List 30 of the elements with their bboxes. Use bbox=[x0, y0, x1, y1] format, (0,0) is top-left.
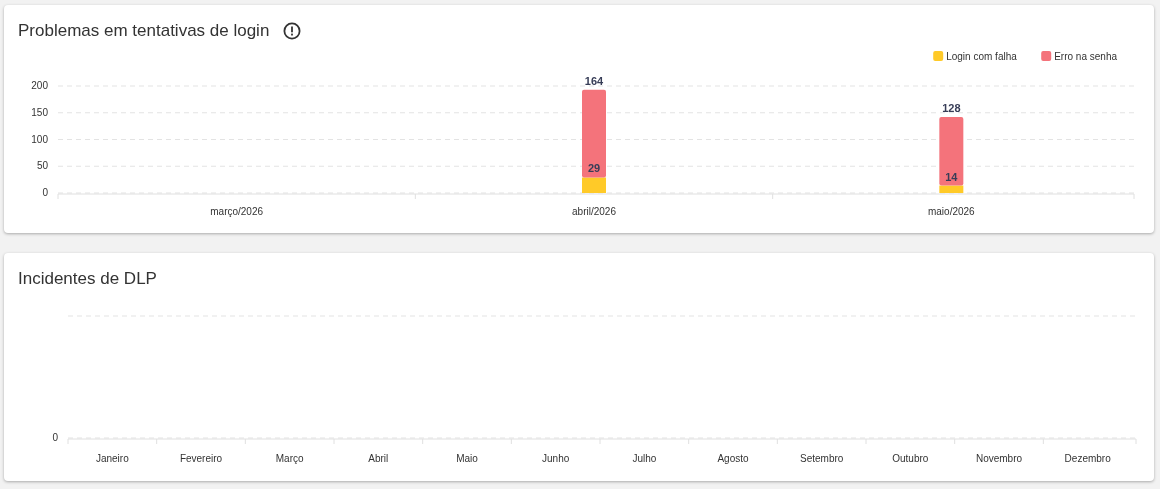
axis-label: Agosto bbox=[717, 453, 749, 464]
data-label: 29 bbox=[587, 162, 601, 175]
legend-label: Erro na senha bbox=[1054, 51, 1118, 62]
data-label: 128 bbox=[942, 102, 961, 115]
axis-label: Abril bbox=[368, 453, 389, 464]
axis-label: Outubro bbox=[892, 453, 929, 464]
axis-label: Julho bbox=[632, 453, 657, 464]
axis-label: Fevereiro bbox=[179, 453, 223, 464]
axis-label: 150 bbox=[31, 106, 48, 118]
axis-label: 0 bbox=[42, 187, 48, 198]
axis-label: Setembro bbox=[800, 453, 844, 464]
axis-label: Janeiro bbox=[95, 453, 129, 464]
axis-label: abril/2026 bbox=[572, 206, 616, 217]
card-title: Problemas em tentativas de login bbox=[18, 21, 270, 41]
axis-label: Dezembro bbox=[1064, 453, 1111, 464]
axis-label: Março bbox=[275, 453, 304, 464]
legend-label: Login com falha bbox=[946, 51, 1017, 62]
axis-label: 0 bbox=[52, 432, 58, 443]
axis-label: Junho bbox=[542, 453, 570, 464]
info-icon[interactable] bbox=[283, 22, 302, 40]
data-label: 164 bbox=[584, 74, 604, 87]
axis-label: março/2026 bbox=[210, 206, 264, 217]
card-title: Incidentes de DLP bbox=[18, 269, 157, 289]
axis-label: Maio bbox=[456, 453, 478, 464]
axis-label: 50 bbox=[36, 160, 48, 172]
axis-label: Novembro bbox=[975, 453, 1023, 464]
data-label: 14 bbox=[945, 170, 958, 183]
axis-label: maio/2026 bbox=[928, 206, 975, 217]
axis-label: 200 bbox=[31, 80, 48, 91]
axis-label: 100 bbox=[31, 133, 48, 145]
